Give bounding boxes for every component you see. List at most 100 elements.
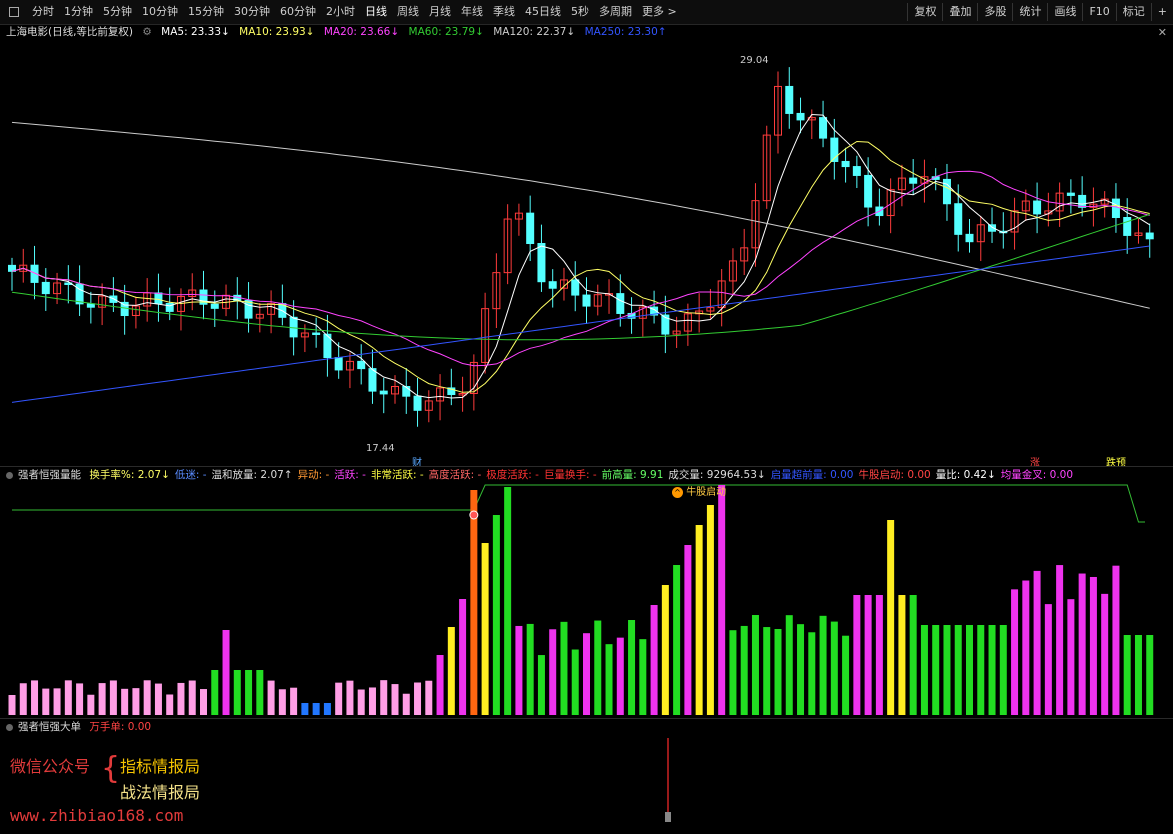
tab-period-7[interactable]: 2小时 bbox=[321, 4, 360, 20]
candle-body bbox=[852, 166, 861, 176]
action-button-4[interactable]: 画线 bbox=[1047, 3, 1082, 21]
tab-period-4[interactable]: 15分钟 bbox=[183, 4, 229, 20]
volume-bar bbox=[1146, 635, 1154, 715]
tab-period-5[interactable]: 30分钟 bbox=[229, 4, 275, 20]
action-button-1[interactable]: 叠加 bbox=[942, 3, 977, 21]
volume-bar bbox=[211, 670, 219, 715]
volume-bar bbox=[830, 621, 838, 715]
volume-bar bbox=[639, 639, 647, 715]
panel-divider-2 bbox=[0, 718, 1173, 719]
candle-body bbox=[785, 85, 794, 114]
candle-body bbox=[154, 292, 163, 304]
volume-bar bbox=[819, 615, 827, 715]
volume-chart[interactable] bbox=[0, 482, 1173, 718]
volume-item-12: 牛股启动: 0.00 bbox=[858, 469, 931, 481]
volume-bar bbox=[1022, 580, 1030, 715]
watermark-wechat: 微信公众号 bbox=[10, 757, 91, 776]
price-chart[interactable] bbox=[0, 40, 1173, 466]
tab-period-8[interactable]: 日线 bbox=[360, 4, 392, 20]
volume-bar bbox=[842, 635, 850, 715]
action-button-7[interactable]: + bbox=[1150, 3, 1173, 21]
volume-bar bbox=[537, 655, 545, 715]
candle-body bbox=[526, 212, 535, 245]
volume-bar bbox=[391, 684, 399, 715]
action-button-3[interactable]: 统计 bbox=[1012, 3, 1047, 21]
volume-bar bbox=[8, 695, 16, 715]
volume-bar bbox=[380, 680, 388, 715]
action-button-0[interactable]: 复权 bbox=[907, 3, 942, 21]
volume-bar bbox=[763, 627, 771, 715]
volume-panel-legend: 强者恒强量能 换手率%: 2.07↓ 低迷: - 温和放量: 2.07↑ 异动: - 活… bbox=[6, 467, 1083, 483]
tab-period-11[interactable]: 年线 bbox=[456, 4, 488, 20]
tab-more[interactable]: 更多 > bbox=[637, 4, 682, 20]
candle-body bbox=[86, 303, 95, 308]
volume-bar bbox=[751, 615, 759, 715]
volume-bar bbox=[729, 630, 737, 715]
action-button-6[interactable]: 标记 bbox=[1115, 3, 1151, 21]
volume-bar bbox=[797, 624, 805, 715]
candle-body bbox=[1123, 217, 1132, 236]
tab-period-14[interactable]: 5秒 bbox=[566, 4, 594, 20]
volume-bar bbox=[1101, 593, 1109, 715]
volume-bar bbox=[436, 655, 444, 715]
volume-bar bbox=[1044, 604, 1052, 715]
candle-body bbox=[75, 283, 84, 305]
stock-title: 上海电影(日线,等比前复权) bbox=[6, 26, 134, 38]
volume-bar bbox=[301, 703, 309, 715]
volume-bar bbox=[53, 688, 61, 715]
settings-icon[interactable]: ⚙ bbox=[142, 26, 151, 38]
volume-bar bbox=[267, 680, 275, 715]
tab-period-3[interactable]: 10分钟 bbox=[137, 4, 183, 20]
ma5-line bbox=[11, 113, 1150, 399]
signal-marker bbox=[469, 510, 479, 520]
candle-body bbox=[548, 281, 557, 289]
ma10-value: MA10: 23.93↓ bbox=[239, 26, 315, 38]
volume-bar bbox=[673, 565, 681, 715]
action-button-2[interactable]: 多股 bbox=[977, 3, 1012, 21]
close-icon[interactable]: ✕ bbox=[1158, 26, 1167, 39]
action-button-5[interactable]: F10 bbox=[1082, 3, 1115, 21]
candle-body bbox=[1111, 198, 1120, 219]
candle-body bbox=[368, 368, 377, 392]
low-price-label: 17.44 bbox=[366, 443, 395, 454]
volume-item-5: 非常活跃: - bbox=[370, 469, 424, 481]
volume-bar bbox=[616, 637, 624, 715]
tab-period-12[interactable]: 季线 bbox=[488, 4, 520, 20]
volume-bar bbox=[76, 683, 84, 715]
big-order-legend: 强者恒强大单 万手单: 0.00 bbox=[6, 719, 156, 735]
volume-panel-name: 强者恒强量能 bbox=[18, 469, 81, 481]
panel-dot-icon-2[interactable] bbox=[6, 723, 13, 731]
volume-bar bbox=[132, 688, 140, 715]
volume-bar bbox=[887, 520, 895, 715]
tab-period-2[interactable]: 5分钟 bbox=[98, 4, 137, 20]
tab-period-1[interactable]: 1分钟 bbox=[59, 4, 98, 20]
volume-bar bbox=[684, 545, 692, 715]
volume-bar bbox=[932, 625, 940, 715]
ma20-line bbox=[11, 170, 1150, 367]
volume-bar bbox=[920, 625, 928, 715]
volume-bar bbox=[1056, 565, 1064, 715]
window-icon[interactable] bbox=[4, 4, 27, 20]
tab-period-9[interactable]: 周线 bbox=[392, 4, 424, 20]
tab-period-13[interactable]: 45日线 bbox=[520, 4, 566, 20]
volume-bar bbox=[425, 680, 433, 715]
volume-items: 换手率%: 2.07↓ 低迷: - 温和放量: 2.07↑ 异动: - 活跃: - 非常活… bbox=[89, 469, 1078, 481]
volume-bar bbox=[64, 680, 72, 715]
panel-dot-icon[interactable] bbox=[6, 471, 13, 479]
tab-period-6[interactable]: 60分钟 bbox=[275, 4, 321, 20]
volume-bar bbox=[774, 628, 782, 715]
volume-bar bbox=[290, 687, 298, 715]
volume-bar bbox=[706, 505, 714, 715]
candle-body bbox=[289, 316, 298, 338]
candle-body bbox=[841, 160, 850, 168]
ma60-line bbox=[11, 213, 1150, 341]
volume-bar bbox=[335, 682, 343, 715]
volume-bar bbox=[718, 485, 726, 715]
candle-body bbox=[909, 177, 918, 184]
volume-bar bbox=[808, 632, 816, 715]
ma20-value: MA20: 23.66↓ bbox=[323, 26, 400, 38]
volume-bar bbox=[256, 670, 264, 715]
tab-period-15[interactable]: 多周期 bbox=[594, 4, 637, 20]
tab-period-0[interactable]: 分时 bbox=[27, 4, 59, 20]
tab-period-10[interactable]: 月线 bbox=[424, 4, 456, 20]
